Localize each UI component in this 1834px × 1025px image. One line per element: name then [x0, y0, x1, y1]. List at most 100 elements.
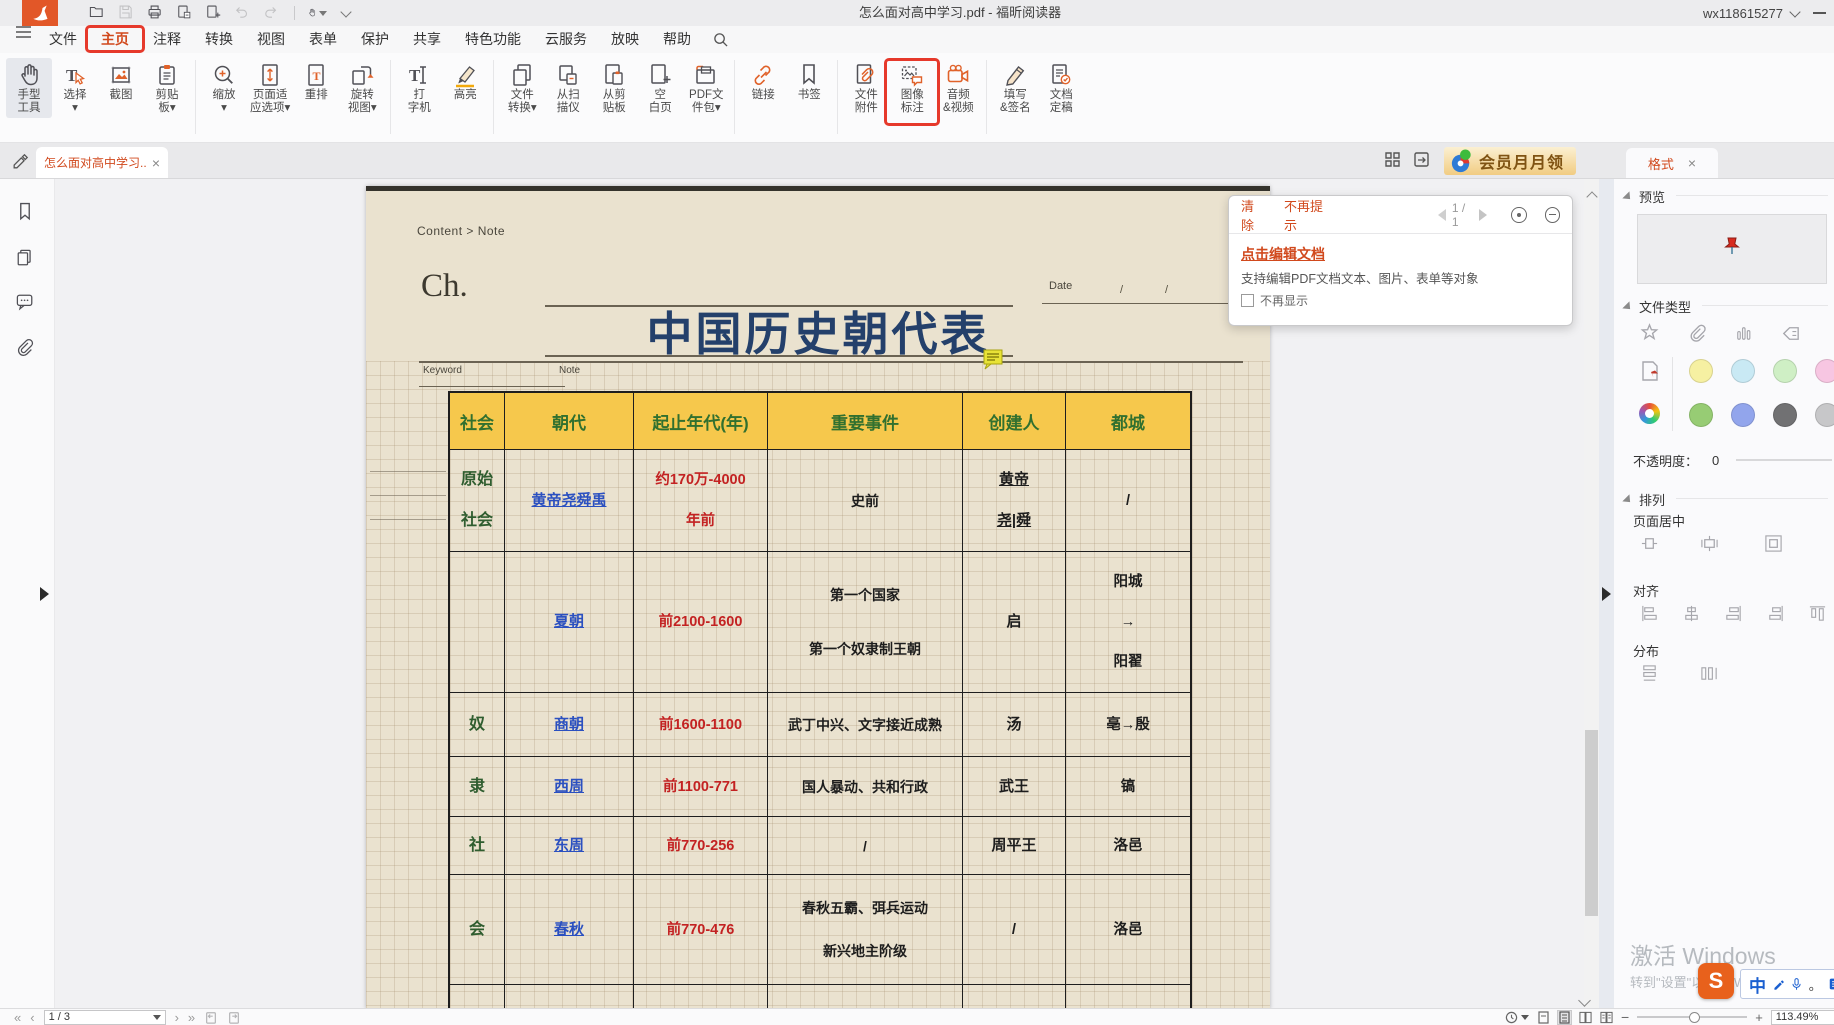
pdf-link[interactable]: 夏朝 — [554, 612, 584, 632]
zoom-out-button[interactable]: − — [1621, 1009, 1629, 1025]
menu-item-idx4[interactable]: 视图 — [245, 26, 297, 53]
continuous-view-icon[interactable] — [1558, 1011, 1571, 1024]
ime-pen-icon[interactable] — [1773, 978, 1784, 991]
sticky-note-icon[interactable] — [983, 349, 1005, 370]
popup-settings-icon[interactable] — [1511, 207, 1526, 223]
color-swatch[interactable] — [1773, 403, 1797, 427]
popup-next-icon[interactable] — [1479, 209, 1487, 221]
read-mode-icon[interactable] — [1413, 151, 1430, 168]
undo-icon[interactable] — [233, 3, 253, 23]
expand-right-panel-arrow[interactable] — [1602, 587, 1611, 601]
pdf-link[interactable]: 黄帝 — [999, 470, 1029, 490]
reflow-button[interactable]: T 重排 — [293, 58, 339, 118]
scrollbar-thumb[interactable] — [1585, 730, 1598, 916]
hamburger-icon[interactable] — [0, 26, 37, 53]
color-swatch[interactable] — [1815, 403, 1834, 427]
single-page-view-icon[interactable] — [1537, 1011, 1550, 1024]
prev-page-button[interactable]: ‹ — [30, 1011, 34, 1024]
clear-button[interactable]: 清除 — [1241, 196, 1266, 234]
pdf-link[interactable]: 春秋 — [554, 920, 584, 940]
opacity-slider[interactable] — [1736, 459, 1832, 461]
format-tab-close-icon[interactable]: × — [1688, 156, 1696, 170]
next-view-icon[interactable] — [227, 1011, 241, 1024]
zoom-slider-handle[interactable] — [1689, 1012, 1700, 1023]
typewriter-button[interactable]: T 打字机 — [396, 58, 442, 118]
menu-item-home[interactable]: 主页 — [89, 26, 141, 53]
link-button[interactable]: 链接 — [740, 58, 786, 118]
pdf-link[interactable]: 东周 — [554, 836, 584, 856]
pin-star-icon[interactable] — [1638, 322, 1661, 345]
ime-mic-icon[interactable] — [1791, 977, 1801, 992]
menu-item-file[interactable]: 文件 — [37, 26, 89, 53]
zoom-in-button[interactable]: + — [1755, 1010, 1763, 1025]
sidebar-pages-icon[interactable] — [14, 247, 36, 269]
foxit-logo-icon[interactable] — [22, 0, 58, 26]
color-swatch[interactable] — [1773, 359, 1797, 383]
align-left-icon[interactable] — [1640, 604, 1659, 623]
hand-tool-button[interactable]: 手型工具 — [6, 58, 52, 118]
color-swatch[interactable] — [1731, 403, 1755, 427]
ime-chinese-mode[interactable]: 中 — [1749, 972, 1766, 997]
tab-close-icon[interactable]: × — [152, 156, 160, 170]
print-icon[interactable] — [146, 3, 166, 23]
ime-punct-mode[interactable]: 。 — [1809, 975, 1822, 994]
next-page-button[interactable]: › — [175, 1011, 179, 1024]
scroll-up-icon[interactable] — [1586, 191, 1597, 202]
collapse-icon[interactable] — [1622, 301, 1633, 312]
snapshot-button[interactable]: 截图 — [98, 58, 144, 118]
chevron-down-icon[interactable] — [336, 3, 356, 23]
tab-format-panel[interactable]: 格式 × — [1626, 148, 1718, 178]
last-page-button[interactable]: » — [188, 1011, 195, 1024]
fill-sign-button[interactable]: 填写&签名 — [992, 58, 1038, 118]
sidebar-paperclip-icon[interactable] — [14, 337, 36, 359]
distribute-vertical-icon[interactable] — [1640, 664, 1659, 683]
menu-item-idx8[interactable]: 特色功能 — [453, 26, 533, 53]
menu-item-idx10[interactable]: 放映 — [599, 26, 651, 53]
tag-icon[interactable] — [1779, 322, 1802, 345]
rotate-view-button[interactable]: 旋转视图▾ — [339, 58, 385, 118]
pdf-link[interactable]: 商朝 — [554, 715, 584, 735]
facing-view-icon[interactable] — [1579, 1011, 1592, 1024]
popup-prev-icon[interactable] — [1438, 209, 1446, 221]
document-scrollbar[interactable] — [1584, 179, 1599, 1009]
align-right-icon[interactable] — [1724, 604, 1743, 623]
dont-remind-button[interactable]: 不再提示 — [1284, 196, 1334, 234]
menu-item-idx2[interactable]: 注释 — [141, 26, 193, 53]
menu-item-idx6[interactable]: 保护 — [349, 26, 401, 53]
zoom-slider[interactable] — [1637, 1016, 1747, 1018]
save-icon[interactable] — [117, 3, 137, 23]
menu-item-idx9[interactable]: 云服务 — [533, 26, 599, 53]
align-center-icon[interactable] — [1682, 604, 1701, 623]
center-both-icon[interactable] — [1764, 534, 1783, 553]
export-page-icon[interactable] — [175, 3, 195, 23]
facing-continuous-view-icon[interactable] — [1600, 1011, 1613, 1024]
pdf-link[interactable]: 黄帝尧舜禹 — [531, 491, 606, 511]
popup-collapse-icon[interactable] — [1545, 207, 1560, 223]
menu-item-idx3[interactable]: 转换 — [193, 26, 245, 53]
color-swatch[interactable] — [1689, 359, 1713, 383]
image-annotation-button[interactable]: 图像标注 — [889, 58, 935, 118]
search-icon[interactable] — [703, 26, 738, 53]
ime-board-icon[interactable] — [1829, 977, 1834, 991]
scanner-button[interactable]: 从扫描仪 — [545, 58, 591, 118]
first-page-button[interactable]: « — [14, 1011, 21, 1024]
collapse-icon[interactable] — [1622, 191, 1633, 202]
edit-document-link[interactable]: 点击编辑文档 — [1241, 244, 1325, 264]
menu-item-idx7[interactable]: 共享 — [401, 26, 453, 53]
align-top-icon[interactable] — [1808, 604, 1827, 623]
sound-icon[interactable] — [1732, 322, 1755, 345]
color-swatch[interactable] — [1689, 403, 1713, 427]
reading-timer-menu[interactable] — [1505, 1011, 1529, 1024]
menu-item-idx11[interactable]: 帮助 — [651, 26, 703, 53]
sidebar-comment-icon[interactable] — [14, 291, 36, 313]
select-button[interactable]: T 选择▾ — [52, 58, 98, 118]
finalize-button[interactable]: 文档定稿 — [1038, 58, 1084, 118]
menu-item-idx5[interactable]: 表单 — [297, 26, 349, 53]
blank-page-button[interactable]: 空白页 — [637, 58, 683, 118]
dont-show-checkbox[interactable] — [1241, 294, 1254, 307]
pdf-link[interactable]: 西周 — [554, 777, 584, 797]
pencil-icon[interactable] — [11, 150, 30, 169]
from-clipboard-button[interactable]: 从剪贴板 — [591, 58, 637, 118]
minimize-button[interactable] — [1813, 12, 1826, 14]
highlight-button[interactable]: 高亮 — [442, 58, 488, 118]
